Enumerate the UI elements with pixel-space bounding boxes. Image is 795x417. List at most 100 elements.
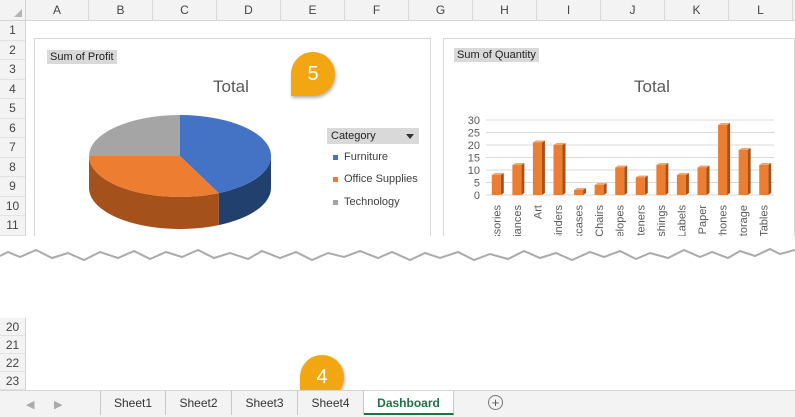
row-header-10[interactable]: 10 [0, 197, 25, 216]
bar-tables[interactable] [759, 165, 769, 195]
y-tick-label: 5 [474, 178, 480, 190]
row-header-11[interactable]: 11 [0, 216, 25, 236]
row-header-23[interactable]: 23 [0, 372, 25, 390]
x-tick-label: Art [532, 205, 544, 219]
column-header-f[interactable]: F [345, 0, 409, 20]
select-all-corner[interactable] [0, 0, 26, 20]
bar-side [624, 165, 628, 195]
bar-side [603, 183, 607, 195]
bar-side [500, 173, 504, 195]
profit-pie-chart[interactable]: Sum of Profit Total Category Furniture O… [34, 38, 431, 240]
row-header-9[interactable]: 9 [0, 177, 25, 197]
legend-label: Technology [344, 196, 400, 208]
row-header-8[interactable]: 8 [0, 158, 25, 177]
row-header-1[interactable]: 1 [0, 21, 25, 41]
tab-dashboard[interactable]: Dashboard [364, 391, 454, 415]
column-header-b[interactable]: B [89, 0, 153, 20]
bar-labels[interactable] [676, 175, 686, 195]
legend-item-furniture: Furniture [333, 151, 388, 163]
bar-plot: 051015202530Accessories Appliances Art Bind… [468, 115, 774, 241]
bar-side [747, 148, 751, 195]
bar-appliances[interactable] [512, 165, 522, 195]
legend-title: Category [331, 130, 376, 142]
y-tick-label: 10 [468, 165, 480, 177]
callout-badge-5: 5 [291, 52, 335, 96]
torn-paper-edge [0, 236, 795, 262]
callout-number: 5 [307, 63, 319, 85]
bar-phones[interactable] [718, 125, 728, 195]
row-header-7[interactable]: 7 [0, 138, 25, 158]
plus-circle-icon[interactable]: + [488, 395, 503, 410]
column-header-h[interactable]: H [473, 0, 537, 20]
scroll-right-icon[interactable]: ▶ [54, 398, 62, 411]
y-tick-label: 30 [468, 115, 480, 127]
column-header-d[interactable]: D [217, 0, 281, 20]
bar-side [521, 163, 525, 195]
bar-bookcases[interactable] [574, 190, 584, 195]
column-header-c[interactable]: C [153, 0, 217, 20]
column-header-e[interactable]: E [281, 0, 345, 20]
bar-paper[interactable] [697, 167, 707, 196]
callout-number: 4 [316, 366, 328, 388]
column-header-g[interactable]: G [409, 0, 473, 20]
column-header-j[interactable]: J [601, 0, 665, 20]
bar-side [541, 140, 545, 195]
bar-accessories[interactable] [491, 175, 501, 195]
tab-sheet1[interactable]: Sheet1 [100, 391, 166, 415]
row-header-3[interactable]: 3 [0, 60, 25, 80]
y-tick-label: 25 [468, 128, 480, 140]
quantity-bar-chart[interactable]: Sum of Quantity Total 0 5 10 15 20 25 30 Access… [443, 38, 795, 241]
bar-side [685, 173, 689, 195]
x-tick-label: Chairs [594, 205, 606, 237]
bar-chairs[interactable] [594, 185, 604, 195]
pie-chart-title: Total [213, 77, 249, 96]
pie-slice-technology[interactable] [89, 115, 180, 156]
legend-label: Furniture [344, 151, 389, 163]
x-tick-label: Labels [676, 205, 688, 238]
dropdown-arrow-icon [406, 134, 414, 139]
row-header-2[interactable]: 2 [0, 41, 25, 60]
bar-side [644, 175, 648, 195]
bar-side [562, 143, 566, 195]
legend-item-technology: Technology [333, 196, 400, 208]
bar-fasteners[interactable] [635, 177, 645, 196]
row-header-top: 1 2 3 4 5 6 7 8 9 10 11 [0, 21, 26, 236]
legend-swatch-furniture [333, 154, 338, 160]
tab-sheet4[interactable]: Sheet4 [298, 391, 364, 415]
row-header-21[interactable]: 21 [0, 336, 25, 354]
bar-envelopes[interactable] [615, 167, 625, 196]
bar-storage[interactable] [738, 150, 748, 195]
y-tick-label: 0 [474, 190, 480, 202]
bar-side [706, 165, 710, 195]
pie-plot [89, 115, 271, 229]
y-tick-label: 15 [468, 153, 480, 165]
select-all-triangle-icon [14, 9, 22, 17]
x-tick-label: Paper [697, 205, 709, 235]
row-header-bottom: 20 21 22 23 [0, 318, 26, 390]
bar-binders[interactable] [553, 145, 563, 195]
sheet-tab-bar: ◀ ▶ Sheet1 Sheet2 Sheet3 Sheet4 Dashboar… [0, 390, 795, 417]
legend-swatch-office-supplies [333, 176, 338, 182]
bar-art[interactable] [532, 142, 542, 196]
bar-side [727, 123, 731, 195]
row-header-5[interactable]: 5 [0, 99, 25, 119]
row-header-20[interactable]: 20 [0, 318, 25, 336]
scroll-left-icon[interactable]: ◀ [26, 398, 34, 411]
row-header-22[interactable]: 22 [0, 354, 25, 372]
legend-item-office-supplies: Office Supplies [333, 173, 418, 185]
tab-sheet3[interactable]: Sheet3 [232, 391, 298, 415]
column-header-k[interactable]: K [665, 0, 729, 20]
row-header-4[interactable]: 4 [0, 80, 25, 99]
pie-field-button[interactable]: Sum of Profit [47, 50, 117, 64]
x-tick-label: Tables [759, 205, 771, 237]
column-header-l[interactable]: L [729, 0, 793, 20]
row-header-6[interactable]: 6 [0, 119, 25, 138]
legend-category-filter[interactable]: Category [327, 128, 419, 144]
bar-furnishings[interactable] [656, 165, 666, 195]
legend-swatch-technology [333, 199, 338, 205]
column-header-a[interactable]: A [26, 0, 89, 20]
y-tick-label: 20 [468, 140, 480, 152]
bar-side [768, 163, 772, 195]
tab-sheet2[interactable]: Sheet2 [166, 391, 232, 415]
column-header-i[interactable]: I [537, 0, 601, 20]
